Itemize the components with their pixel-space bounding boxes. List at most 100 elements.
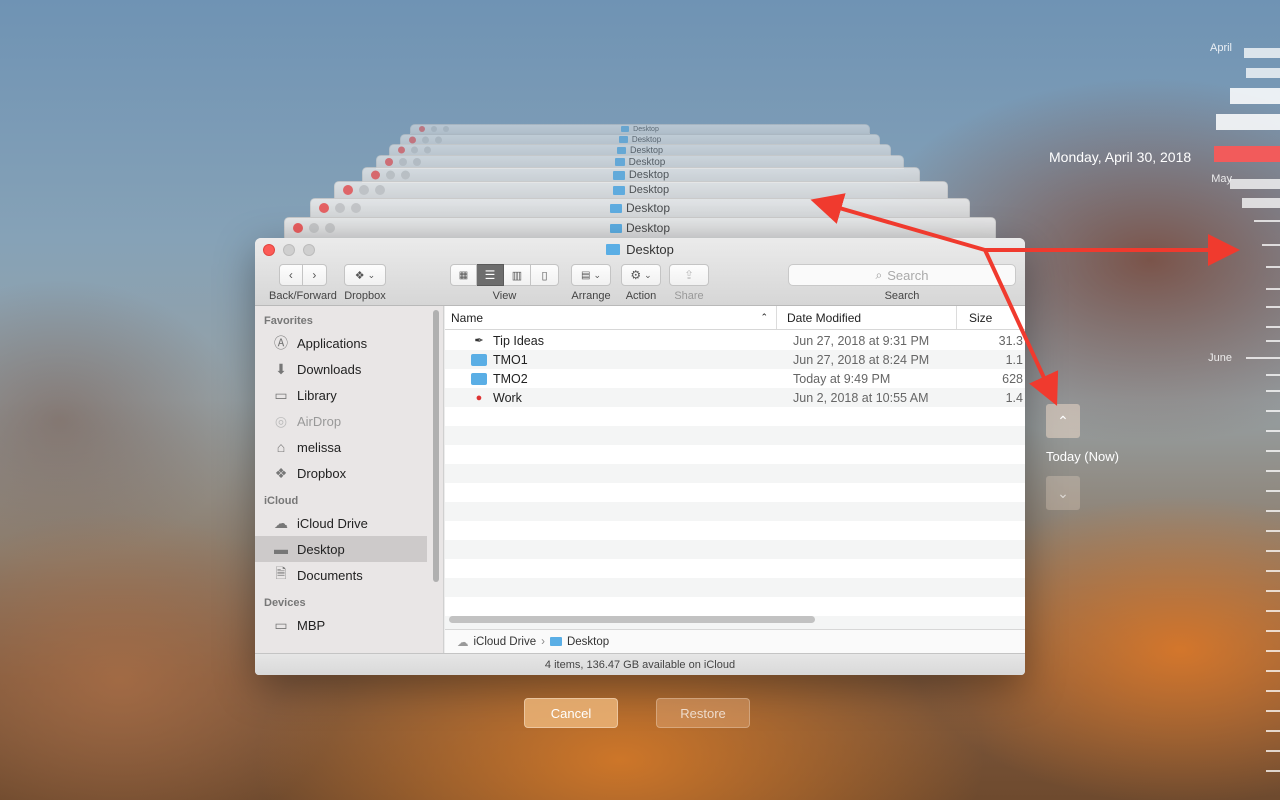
timeline-tick[interactable] — [1266, 340, 1280, 342]
history-window[interactable]: Desktop — [284, 217, 996, 239]
column-header-size[interactable]: Size — [957, 306, 1025, 329]
timeline-tick[interactable] — [1262, 244, 1280, 246]
timeline-tick[interactable] — [1266, 770, 1280, 772]
file-date: Jun 2, 2018 at 10:55 AM — [793, 390, 929, 405]
timeline-tick[interactable] — [1266, 390, 1280, 392]
timeline-tick[interactable] — [1266, 470, 1280, 472]
timeline-current-marker[interactable] — [1214, 146, 1280, 162]
window-title: Desktop — [255, 242, 1025, 257]
sidebar-item-desktop[interactable]: ▬ Desktop — [255, 536, 427, 562]
timeline-tick[interactable] — [1216, 114, 1280, 130]
timeline-tick[interactable] — [1266, 630, 1280, 632]
horizontal-scrollbar[interactable] — [449, 616, 815, 623]
sidebar-item-airdrop[interactable]: ◎ AirDrop — [255, 408, 443, 434]
empty-row — [445, 578, 1025, 597]
file-list: Name ⌃ Date Modified Size ✒ Tip Ideas Jun… — [445, 306, 1025, 653]
sidebar-item-melissa[interactable]: ⌂ melissa — [255, 434, 443, 460]
cancel-button[interactable]: Cancel — [524, 698, 618, 728]
history-window[interactable]: Desktop — [310, 198, 970, 218]
sidebar-item-label: melissa — [297, 439, 342, 455]
chevron-down-icon: ⌄ — [644, 269, 652, 280]
path-item-icloud-drive[interactable]: iCloud Drive — [474, 636, 537, 648]
columns-icon: ▥ — [511, 269, 523, 282]
timeline[interactable]: April May June — [1190, 0, 1280, 800]
sidebar-item-applications[interactable]: Ⓐ Applications — [255, 330, 443, 356]
timeline-tick[interactable] — [1254, 220, 1280, 222]
timeline-tick[interactable] — [1266, 550, 1280, 552]
column-header-date[interactable]: Date Modified — [777, 306, 957, 329]
downloads-icon: ⬇ — [275, 360, 287, 377]
forward-button[interactable]: › — [302, 264, 327, 286]
sidebar-item-downloads[interactable]: ⬇ Downloads — [255, 356, 443, 382]
file-size: 1.1 — [1005, 352, 1023, 367]
empty-row — [445, 407, 1025, 426]
timeline-tick[interactable] — [1266, 430, 1280, 432]
timeline-tick[interactable] — [1266, 730, 1280, 732]
next-snapshot-button[interactable]: ⌄ — [1046, 476, 1080, 510]
gallery-view-button[interactable]: ▯ — [531, 264, 559, 286]
applications-icon: Ⓐ — [274, 335, 288, 351]
timeline-tick[interactable] — [1244, 48, 1280, 58]
timeline-tick[interactable] — [1266, 670, 1280, 672]
timeline-tick[interactable] — [1266, 326, 1280, 328]
share-button[interactable]: ⇪ — [669, 264, 709, 286]
chevron-right-icon: › — [541, 635, 545, 648]
file-date: Jun 27, 2018 at 9:31 PM — [793, 333, 930, 348]
history-window[interactable]: Desktop — [410, 124, 870, 134]
timeline-tick[interactable] — [1266, 570, 1280, 572]
timeline-tick[interactable] — [1246, 68, 1280, 78]
history-window[interactable]: Desktop — [334, 181, 948, 199]
arrange-label: Arrange — [571, 290, 611, 302]
timeline-tick[interactable] — [1230, 88, 1280, 104]
previous-snapshot-button[interactable]: ⌃ — [1046, 404, 1080, 438]
sidebar-scrollbar[interactable] — [433, 310, 439, 582]
restore-button[interactable]: Restore — [656, 698, 750, 728]
timeline-tick[interactable] — [1230, 179, 1280, 189]
timeline-tick[interactable] — [1266, 374, 1280, 376]
table-row[interactable]: ● Work Jun 2, 2018 at 10:55 AM 1.4 — [445, 388, 1025, 407]
arrange-button[interactable]: ▤ ⌄ — [571, 264, 611, 286]
dropbox-button[interactable]: ❖ ⌄ — [344, 264, 386, 286]
timeline-tick[interactable] — [1266, 410, 1280, 412]
table-row[interactable]: TMO2 Today at 9:49 PM 628 — [445, 369, 1025, 388]
action-button[interactable]: ⚙ ⌄ — [621, 264, 661, 286]
timeline-tick[interactable] — [1266, 266, 1280, 268]
timeline-tick[interactable] — [1266, 288, 1280, 290]
file-size: 1.4 — [1005, 390, 1023, 405]
timeline-tick[interactable] — [1266, 530, 1280, 532]
timeline-tick[interactable] — [1242, 198, 1280, 208]
list-view-button[interactable]: ☰ — [477, 264, 504, 286]
back-button[interactable]: ‹ — [278, 264, 303, 286]
table-row[interactable]: TMO1 Jun 27, 2018 at 8:24 PM 1.1 — [445, 350, 1025, 369]
timeline-tick[interactable] — [1266, 490, 1280, 492]
timeline-tick[interactable] — [1266, 710, 1280, 712]
timeline-tick[interactable] — [1246, 357, 1280, 359]
sidebar-item-label: Applications — [297, 335, 368, 351]
column-view-button[interactable]: ▥ — [504, 264, 531, 286]
timeline-tick[interactable] — [1266, 450, 1280, 452]
timeline-tick[interactable] — [1266, 306, 1280, 308]
column-header-name[interactable]: Name ⌃ — [445, 306, 777, 329]
search-input[interactable]: ⌕ Search — [788, 264, 1016, 286]
table-row[interactable]: ✒ Tip Ideas Jun 27, 2018 at 9:31 PM 31.3 — [445, 331, 1025, 350]
timeline-tick[interactable] — [1266, 610, 1280, 612]
sidebar-item-mbp[interactable]: ▭ MBP — [255, 612, 443, 638]
sidebar-header-favorites: Favorites — [264, 315, 313, 327]
path-item-desktop[interactable]: Desktop — [567, 636, 609, 648]
timeline-tick[interactable] — [1266, 690, 1280, 692]
column-header-row: Name ⌃ Date Modified Size — [445, 306, 1025, 330]
sidebar-item-documents[interactable]: 🗎 Documents — [255, 562, 443, 588]
chevron-left-icon: ‹ — [288, 268, 293, 282]
timeline-tick[interactable] — [1266, 590, 1280, 592]
sidebar-item-dropbox[interactable]: ❖ Dropbox — [255, 460, 443, 486]
back-forward-group: ‹ › Back/Forward — [269, 264, 337, 302]
timeline-tick[interactable] — [1266, 750, 1280, 752]
icon-view-button[interactable]: ▦ — [450, 264, 477, 286]
timeline-tick[interactable] — [1266, 510, 1280, 512]
chevron-down-icon: ⌄ — [1057, 484, 1069, 501]
desktop-icon: ▬ — [274, 541, 288, 557]
sidebar-item-library[interactable]: ▭ Library — [255, 382, 443, 408]
current-snapshot-date: Monday, April 30, 2018 — [1049, 149, 1192, 165]
timeline-tick[interactable] — [1266, 650, 1280, 652]
sidebar-item-icloud-drive[interactable]: ☁ iCloud Drive — [255, 510, 443, 536]
